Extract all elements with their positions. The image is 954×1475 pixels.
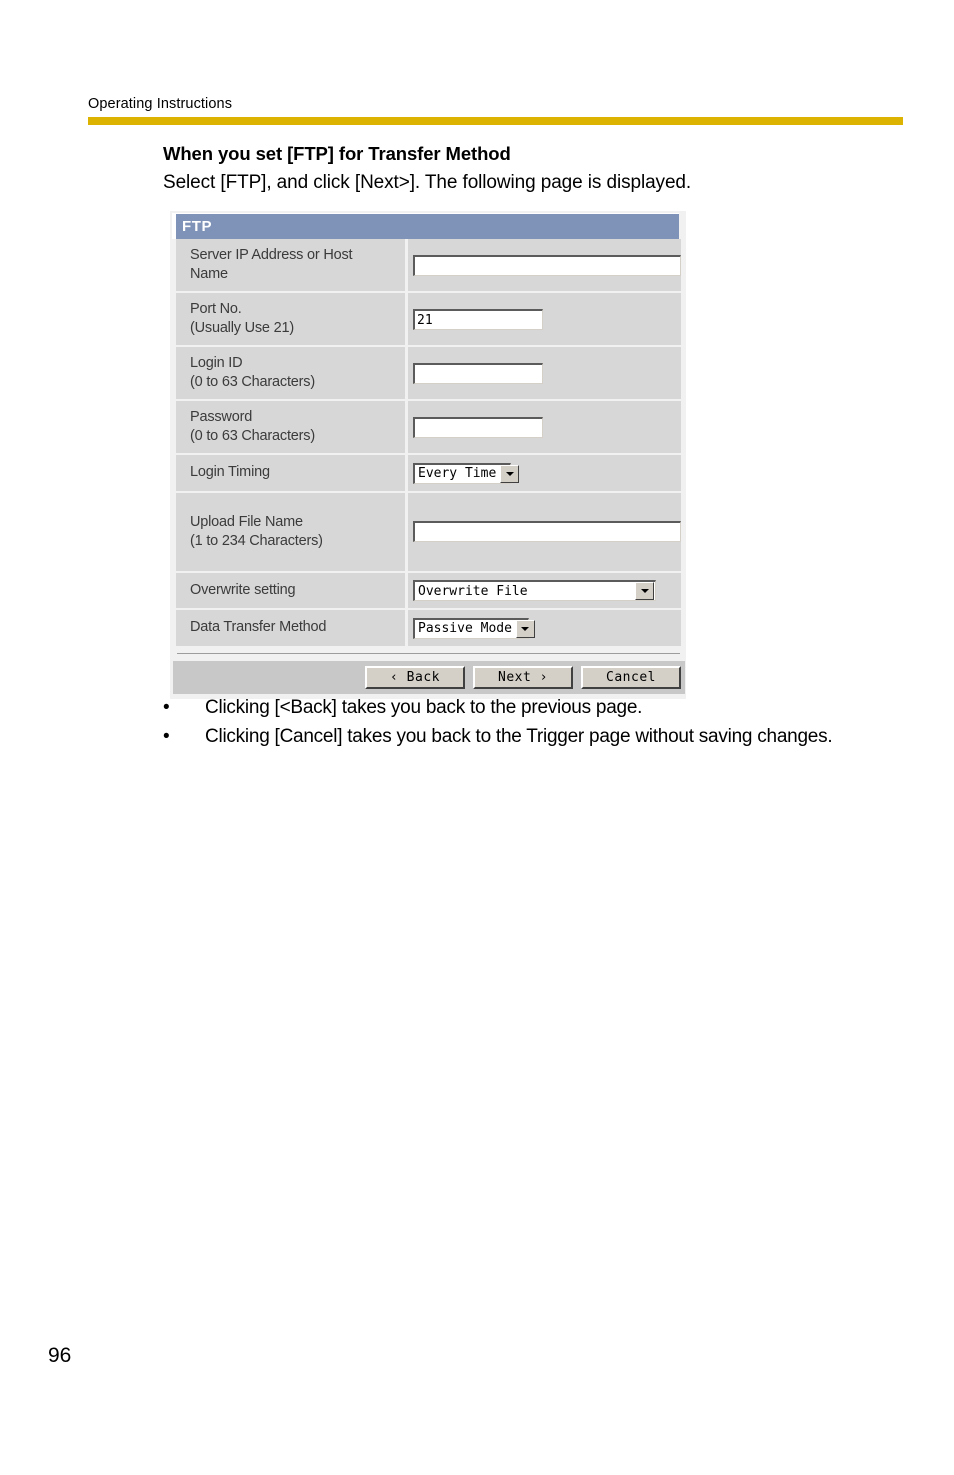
table-row-data-transfer-method: Data Transfer Method Passive Mode	[176, 610, 681, 646]
field-cell-data-transfer-method: Passive Mode	[408, 610, 681, 646]
label-data-transfer-method: Data Transfer Method	[176, 610, 408, 646]
list-item: • Clicking [Cancel] takes you back to th…	[163, 723, 893, 750]
bullet-icon: •	[163, 697, 170, 718]
table-row-login-id: Login ID (0 to 63 Characters)	[176, 347, 681, 401]
bullet-icon: •	[163, 726, 170, 747]
table-row-upload-file-name: Upload File Name (1 to 234 Characters)	[176, 492, 681, 573]
list-item-text: Clicking [Cancel] takes you back to the …	[205, 726, 833, 747]
next-button[interactable]: Next ›	[473, 665, 573, 689]
field-cell-login-id	[408, 347, 681, 401]
notes-list: • Clicking [<Back] takes you back to the…	[163, 694, 893, 752]
label-password: Password (0 to 63 Characters)	[176, 401, 408, 455]
list-item: • Clicking [<Back] takes you back to the…	[163, 694, 893, 721]
back-button[interactable]: ‹ Back	[365, 665, 465, 689]
label-overwrite-setting-line1: Overwrite setting	[190, 581, 296, 598]
header-gold-rule	[88, 117, 903, 125]
ftp-panel-title: FTP	[182, 218, 213, 235]
label-login-timing: Login Timing	[176, 455, 408, 493]
label-server-ip-line2: Name	[190, 266, 228, 282]
label-data-transfer-method-line1: Data Transfer Method	[190, 619, 327, 636]
label-upload-file-name-line2: (1 to 234 Characters)	[190, 532, 323, 549]
table-row-port-no: Port No. (Usually Use 21)	[176, 293, 681, 347]
label-server-ip-line1: Server IP Address or Host	[190, 247, 353, 263]
table-row-server-ip: Server IP Address or Host Name	[176, 239, 681, 293]
ftp-settings-screenshot: FTP Server IP Address or Host Name Port …	[170, 211, 686, 699]
label-login-id-line1: Login ID	[190, 355, 243, 371]
label-upload-file-name: Upload File Name (1 to 234 Characters)	[176, 492, 408, 573]
label-login-timing-line1: Login Timing	[190, 464, 270, 481]
section-lead-paragraph: Select [FTP], and click [Next>]. The fol…	[163, 172, 692, 193]
overwrite-setting-selected-value: Overwrite File	[418, 583, 528, 599]
data-transfer-method-select[interactable]: Passive Mode	[413, 617, 535, 639]
section-heading: When you set [FTP] for Transfer Method	[163, 143, 511, 164]
label-login-id-line2: (0 to 63 Characters)	[190, 374, 315, 390]
label-login-id: Login ID (0 to 63 Characters)	[176, 347, 408, 401]
label-overwrite-setting: Overwrite setting	[176, 572, 408, 610]
list-item-text: Clicking [<Back] takes you back to the p…	[205, 697, 643, 718]
server-ip-input[interactable]	[413, 254, 681, 276]
table-row-login-timing: Login Timing Every Time	[176, 455, 681, 493]
screenshot-frame: FTP Server IP Address or Host Name Port …	[170, 211, 686, 699]
chevron-down-icon[interactable]	[500, 464, 520, 483]
chevron-down-icon[interactable]	[635, 582, 654, 600]
label-upload-file-name-line1: Upload File Name	[190, 513, 303, 530]
ftp-settings-table: Server IP Address or Host Name Port No. …	[176, 239, 681, 646]
login-timing-select[interactable]: Every Time	[413, 462, 520, 484]
upload-file-name-input[interactable]	[413, 521, 681, 542]
data-transfer-method-selected-value: Passive Mode	[418, 621, 512, 636]
field-cell-server-ip	[408, 239, 681, 293]
port-no-input[interactable]	[413, 308, 543, 330]
overwrite-setting-select[interactable]: Overwrite File	[413, 580, 656, 601]
field-cell-port-no	[408, 293, 681, 347]
content-block: When you set [FTP] for Transfer Method S…	[163, 142, 903, 195]
login-timing-selected-value: Every Time	[418, 466, 497, 481]
cancel-button[interactable]: Cancel	[581, 665, 681, 689]
dialog-button-bar: ‹ Back Next › Cancel	[173, 660, 685, 694]
table-row-password: Password (0 to 63 Characters)	[176, 401, 681, 455]
label-password-line2: (0 to 63 Characters)	[190, 428, 315, 444]
label-port-no-line1: Port No.	[190, 301, 242, 317]
screenshot-divider	[177, 652, 680, 654]
running-header-title: Operating Instructions	[88, 96, 233, 112]
password-input[interactable]	[413, 416, 543, 438]
field-cell-overwrite-setting: Overwrite File	[408, 572, 681, 610]
chevron-down-icon[interactable]	[515, 619, 535, 638]
label-port-no-line2: (Usually Use 21)	[190, 320, 294, 336]
label-server-ip: Server IP Address or Host Name	[176, 239, 408, 293]
page-running-header: Operating Instructions	[88, 96, 903, 125]
field-cell-login-timing: Every Time	[408, 455, 681, 493]
page-number: 96	[48, 1344, 72, 1367]
label-password-line1: Password	[190, 409, 253, 425]
field-cell-upload-file-name	[408, 492, 681, 573]
ftp-panel-titlebar: FTP	[172, 213, 679, 239]
field-cell-password	[408, 401, 681, 455]
login-id-input[interactable]	[413, 362, 543, 384]
table-row-overwrite-setting: Overwrite setting Overwrite File	[176, 572, 681, 610]
label-port-no: Port No. (Usually Use 21)	[176, 293, 408, 347]
